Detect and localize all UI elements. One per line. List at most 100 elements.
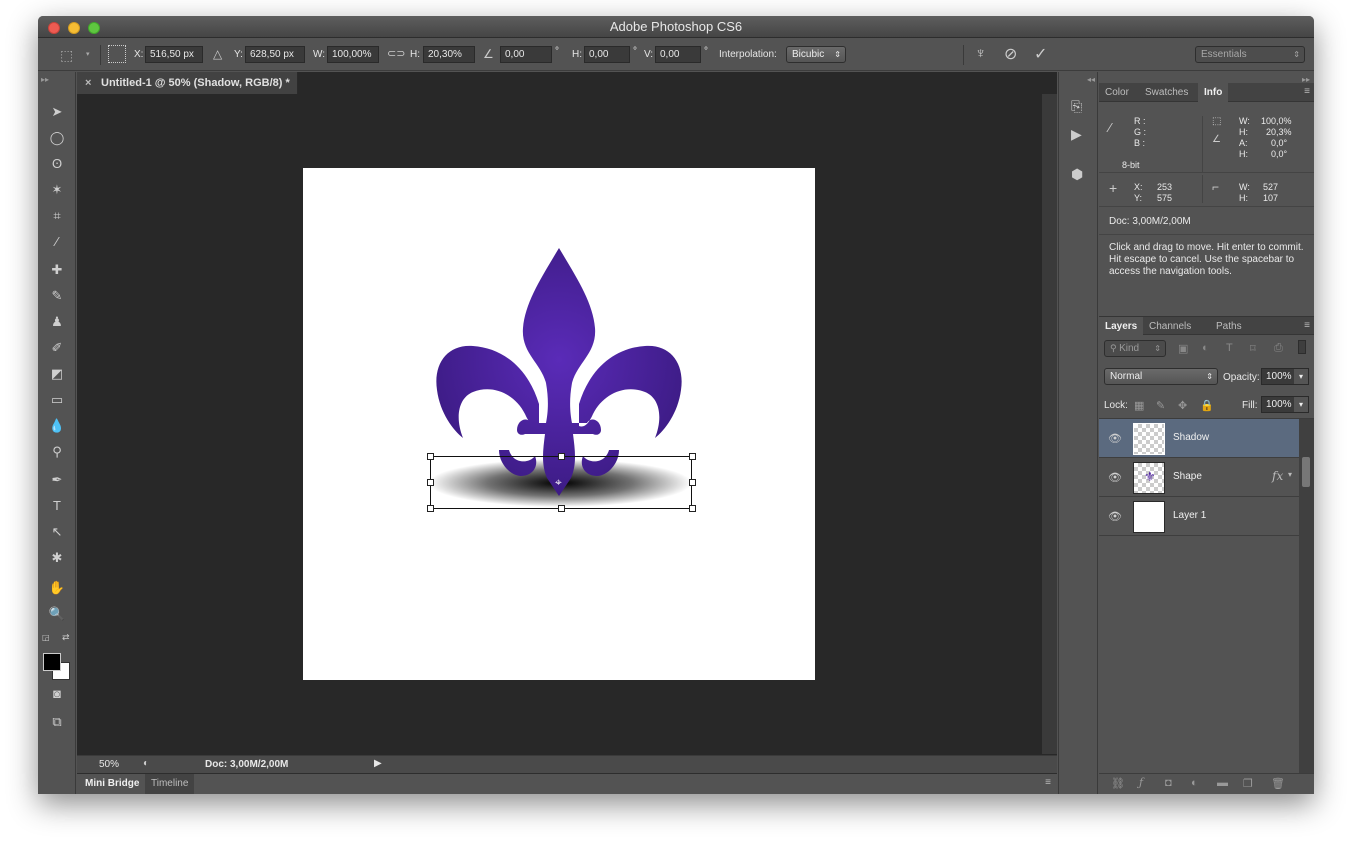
lock-position-icon[interactable]: ✥: [1178, 399, 1187, 412]
status-options-icon[interactable]: ◐: [143, 758, 149, 769]
adjustment-filter-icon[interactable]: ◐: [1202, 342, 1209, 354]
transform-handle-bl[interactable]: [427, 505, 434, 512]
tab-info[interactable]: Info: [1198, 83, 1229, 102]
collapse-icon[interactable]: ▸▸: [41, 75, 49, 84]
transform-handle-r[interactable]: [689, 479, 696, 486]
layers-scrollbar[interactable]: [1299, 419, 1314, 773]
transform-handle-l[interactable]: [427, 479, 434, 486]
dodge-tool-icon[interactable]: ⚲: [47, 442, 67, 462]
relative-position-icon[interactable]: △: [213, 47, 222, 61]
panel-menu-icon[interactable]: ≡: [1304, 86, 1310, 97]
clone-stamp-tool-icon[interactable]: ♟: [47, 312, 67, 332]
x-input[interactable]: 516,50 px: [145, 46, 203, 63]
healing-brush-tool-icon[interactable]: ✚: [47, 260, 67, 280]
kind-filter-select[interactable]: ⚲ Kind ⇕: [1104, 340, 1166, 357]
shape-filter-icon[interactable]: ⌑: [1250, 342, 1256, 355]
history-brush-tool-icon[interactable]: ✐: [47, 338, 67, 358]
eraser-tool-icon[interactable]: ◩: [47, 364, 67, 384]
pen-tool-icon[interactable]: ✒: [47, 470, 67, 490]
layer-row-shape[interactable]: 👁 ⚜ Shape fx ▾: [1099, 458, 1299, 497]
opacity-input[interactable]: 100% ▾: [1261, 368, 1309, 385]
new-layer-icon[interactable]: ❐: [1243, 777, 1253, 790]
layer-effects-icon[interactable]: fx: [1272, 469, 1283, 483]
zoom-tool-icon[interactable]: 🔍: [47, 604, 67, 624]
pixel-filter-icon[interactable]: ▣: [1178, 342, 1188, 355]
collapse-icon[interactable]: ◂◂: [1087, 75, 1095, 84]
width-input[interactable]: 100,00%: [327, 46, 379, 63]
transform-tool-icon[interactable]: ⬚: [60, 47, 73, 64]
status-menu-arrow-icon[interactable]: ▶: [374, 758, 382, 769]
link-icon[interactable]: ⊂⊃: [387, 47, 405, 60]
expand-effects-icon[interactable]: ▾: [1288, 470, 1292, 479]
layer-row-layer-1[interactable]: 👁 Layer 1: [1099, 497, 1299, 536]
tab-mini-bridge[interactable]: Mini Bridge: [79, 774, 146, 794]
type-tool-icon[interactable]: T: [47, 496, 67, 516]
add-style-icon[interactable]: ƒ: [1139, 776, 1143, 789]
visibility-eye-icon[interactable]: 👁: [1108, 471, 1122, 484]
tab-paths[interactable]: Paths: [1210, 317, 1248, 336]
marquee-tool-icon[interactable]: ◯: [47, 128, 67, 148]
lock-all-icon[interactable]: 🔒: [1200, 399, 1214, 412]
commit-transform-icon[interactable]: ✓: [1034, 44, 1047, 64]
transform-handle-t[interactable]: [558, 453, 565, 460]
crop-tool-icon[interactable]: ⌗: [47, 206, 67, 226]
eyedropper-tool-icon[interactable]: ⁄: [47, 232, 67, 252]
zoom-window-button[interactable]: [88, 22, 100, 34]
quick-mask-icon[interactable]: ◙: [47, 684, 67, 704]
tool-preset-chevron-icon[interactable]: ▾: [86, 50, 90, 58]
interpolation-select[interactable]: Bicubic ⇕: [786, 46, 846, 63]
adjustment-layer-icon[interactable]: ◐: [1191, 777, 1198, 789]
reference-point-icon[interactable]: [108, 45, 126, 63]
hskew-input[interactable]: 0,00: [584, 46, 630, 63]
height-input[interactable]: 20,30%: [423, 46, 475, 63]
fill-input[interactable]: 100% ▾: [1261, 396, 1309, 413]
screen-mode-icon[interactable]: ⧉: [47, 712, 67, 732]
close-document-icon[interactable]: ×: [85, 72, 91, 94]
angle-input[interactable]: 0,00: [500, 46, 552, 63]
panel-menu-icon[interactable]: ≡: [1304, 320, 1310, 331]
lasso-tool-icon[interactable]: ʘ: [47, 154, 67, 174]
minimize-window-button[interactable]: [68, 22, 80, 34]
chevron-down-icon[interactable]: ▾: [1294, 397, 1308, 412]
blur-tool-icon[interactable]: 💧: [47, 416, 67, 436]
transform-handle-br[interactable]: [689, 505, 696, 512]
vskew-input[interactable]: 0,00: [655, 46, 701, 63]
lock-pixels-icon[interactable]: ✎: [1156, 399, 1165, 412]
workspace-select[interactable]: Essentials ⇕: [1195, 46, 1305, 63]
foreground-color-swatch[interactable]: [43, 653, 61, 671]
transform-handle-tr[interactable]: [689, 453, 696, 460]
type-filter-icon[interactable]: T: [1226, 342, 1233, 354]
blend-mode-select[interactable]: Normal ⇕: [1104, 368, 1218, 385]
vertical-scrollbar[interactable]: [1042, 94, 1057, 754]
brush-tool-icon[interactable]: ✎: [47, 286, 67, 306]
tab-channels[interactable]: Channels: [1143, 317, 1197, 336]
visibility-eye-icon[interactable]: 👁: [1108, 510, 1122, 523]
3d-panel-icon[interactable]: ⬢: [1071, 166, 1083, 183]
scrollbar-thumb[interactable]: [1302, 457, 1310, 487]
link-layers-icon[interactable]: ⛓: [1111, 777, 1125, 790]
delete-layer-icon[interactable]: 🗑: [1271, 777, 1285, 790]
tab-color[interactable]: Color: [1099, 83, 1135, 102]
move-tool-icon[interactable]: ➤: [47, 102, 67, 122]
add-mask-icon[interactable]: ◘: [1165, 777, 1172, 789]
transform-handle-tl[interactable]: [427, 453, 434, 460]
filter-toggle[interactable]: [1298, 340, 1306, 354]
layer-row-shadow[interactable]: 👁 Shadow: [1099, 419, 1299, 458]
shape-tool-icon[interactable]: ✱: [47, 548, 67, 568]
smart-object-filter-icon[interactable]: ⎙: [1274, 342, 1283, 355]
canvas[interactable]: ⌖: [303, 168, 815, 680]
hand-tool-icon[interactable]: ✋: [47, 578, 67, 598]
lock-transparency-icon[interactable]: ▦: [1134, 399, 1144, 412]
panel-menu-icon[interactable]: ≡: [1045, 777, 1051, 788]
y-input[interactable]: 628,50 px: [245, 46, 305, 63]
visibility-eye-icon[interactable]: 👁: [1108, 432, 1122, 445]
tab-swatches[interactable]: Swatches: [1139, 83, 1194, 102]
tab-layers[interactable]: Layers: [1099, 317, 1144, 336]
actions-panel-icon[interactable]: ▶: [1071, 126, 1082, 143]
gradient-tool-icon[interactable]: ▭: [47, 390, 67, 410]
zoom-level[interactable]: 50%: [99, 759, 119, 770]
reference-point-crosshair-icon[interactable]: ⌖: [555, 475, 562, 490]
tab-timeline[interactable]: Timeline: [145, 774, 195, 794]
history-panel-icon[interactable]: ⎘: [1071, 98, 1082, 115]
magic-wand-tool-icon[interactable]: ✶: [47, 180, 67, 200]
